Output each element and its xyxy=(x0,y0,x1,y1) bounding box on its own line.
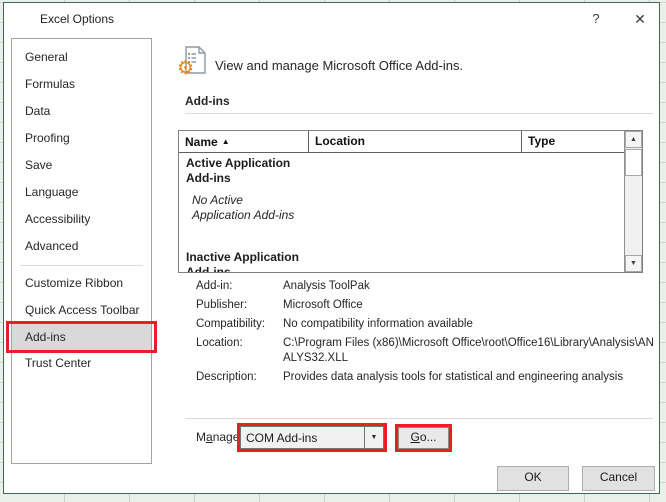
dialog-titlebar: Excel Options ? ✕ xyxy=(4,3,659,37)
table-scrollbar[interactable]: ▲ ▼ xyxy=(624,131,642,272)
detail-label-description: Description: xyxy=(196,370,283,385)
go-button-label: o... xyxy=(420,430,437,444)
scroll-down-icon: ▼ xyxy=(630,260,637,267)
table-body: Active Application Add-ins No Active App… xyxy=(179,153,624,272)
sidebar-item-data[interactable]: Data xyxy=(12,98,151,125)
go-button[interactable]: Go... xyxy=(398,427,449,449)
scrollbar-thumb[interactable] xyxy=(625,149,642,176)
addins-table: Name ▲ Location Type Active Application A… xyxy=(178,130,643,273)
page-description: View and manage Microsoft Office Add-ins… xyxy=(215,58,463,73)
column-name-label: Name xyxy=(185,135,218,149)
group-title-active: Active Application Add-ins xyxy=(186,156,311,186)
scroll-up-icon: ▲ xyxy=(630,136,637,143)
addin-details: Add-in: Analysis ToolPak Publisher: Micr… xyxy=(196,279,658,385)
detail-label-location: Location: xyxy=(196,336,283,366)
gear-icon: ⚙ xyxy=(177,57,194,80)
sidebar-item-advanced[interactable]: Advanced xyxy=(12,233,151,260)
sidebar-item-quick-access-toolbar[interactable]: Quick Access Toolbar xyxy=(12,297,151,324)
column-header-name[interactable]: Name ▲ xyxy=(179,131,309,152)
close-icon[interactable]: ✕ xyxy=(629,8,651,30)
sidebar-item-add-ins[interactable]: Add-ins xyxy=(12,324,151,350)
detail-value-location: C:\Program Files (x86)\Microsoft Office\… xyxy=(283,336,658,366)
manage-label: Manage: xyxy=(196,430,243,444)
group-note-no-active: No Active Application Add-ins xyxy=(186,193,302,223)
detail-value-compatibility: No compatibility information available xyxy=(283,317,658,332)
detail-label-compatibility: Compatibility: xyxy=(196,317,283,332)
sidebar-item-add-ins-label: Add-ins xyxy=(25,330,66,344)
sidebar-item-trust-center[interactable]: Trust Center xyxy=(12,350,151,377)
sidebar-item-formulas[interactable]: Formulas xyxy=(12,71,151,98)
sidebar-item-save[interactable]: Save xyxy=(12,152,151,179)
column-header-location[interactable]: Location xyxy=(309,131,522,152)
scrollbar-track[interactable] xyxy=(625,176,642,255)
scroll-up-button[interactable]: ▲ xyxy=(625,131,642,148)
addins-document-gear-icon: ⚙ xyxy=(180,45,208,79)
dialog-title: Excel Options xyxy=(40,12,114,26)
sidebar-separator xyxy=(20,265,143,266)
category-list: General Formulas Data Proofing Save Lang… xyxy=(11,38,152,464)
sidebar-item-general[interactable]: General xyxy=(12,44,151,71)
sidebar-item-accessibility[interactable]: Accessibility xyxy=(12,206,151,233)
dropdown-arrow-icon[interactable]: ▼ xyxy=(364,427,383,448)
excel-options-dialog: Excel Options ? ✕ General Formulas Data … xyxy=(3,2,660,494)
ok-button[interactable]: OK xyxy=(497,466,569,491)
detail-value-addin: Analysis ToolPak xyxy=(283,279,658,294)
column-header-type[interactable]: Type xyxy=(522,131,624,152)
excel-worksheet-background: Excel Options ? ✕ General Formulas Data … xyxy=(0,0,666,502)
detail-label-publisher: Publisher: xyxy=(196,298,283,313)
manage-dropdown[interactable]: COM Add-ins ▼ xyxy=(240,426,384,449)
table-header-row: Name ▲ Location Type xyxy=(179,131,624,153)
section-separator xyxy=(185,113,653,114)
go-button-accel: G xyxy=(410,430,419,444)
sort-ascending-icon: ▲ xyxy=(222,137,230,146)
manage-separator xyxy=(185,418,653,419)
sidebar-item-proofing[interactable]: Proofing xyxy=(12,125,151,152)
addins-section-heading: Add-ins xyxy=(185,94,230,108)
help-icon[interactable]: ? xyxy=(585,8,607,30)
detail-label-addin: Add-in: xyxy=(196,279,283,294)
sidebar-item-language[interactable]: Language xyxy=(12,179,151,206)
cancel-button[interactable]: Cancel xyxy=(582,466,655,491)
annotation-box-manage-dropdown: COM Add-ins ▼ xyxy=(237,423,387,452)
addins-table-content: Name ▲ Location Type Active Application A… xyxy=(179,131,624,272)
scroll-down-button[interactable]: ▼ xyxy=(625,255,642,272)
manage-dropdown-value: COM Add-ins xyxy=(241,431,364,445)
manage-label-accel: a xyxy=(206,430,213,444)
sidebar-item-customize-ribbon[interactable]: Customize Ribbon xyxy=(12,270,151,297)
manage-label-part: M xyxy=(196,430,206,444)
detail-value-publisher: Microsoft Office xyxy=(283,298,658,313)
detail-value-description: Provides data analysis tools for statist… xyxy=(283,370,658,385)
group-title-inactive: Inactive Application Add-ins xyxy=(186,250,311,272)
annotation-box-go-button: Go... xyxy=(395,424,452,452)
